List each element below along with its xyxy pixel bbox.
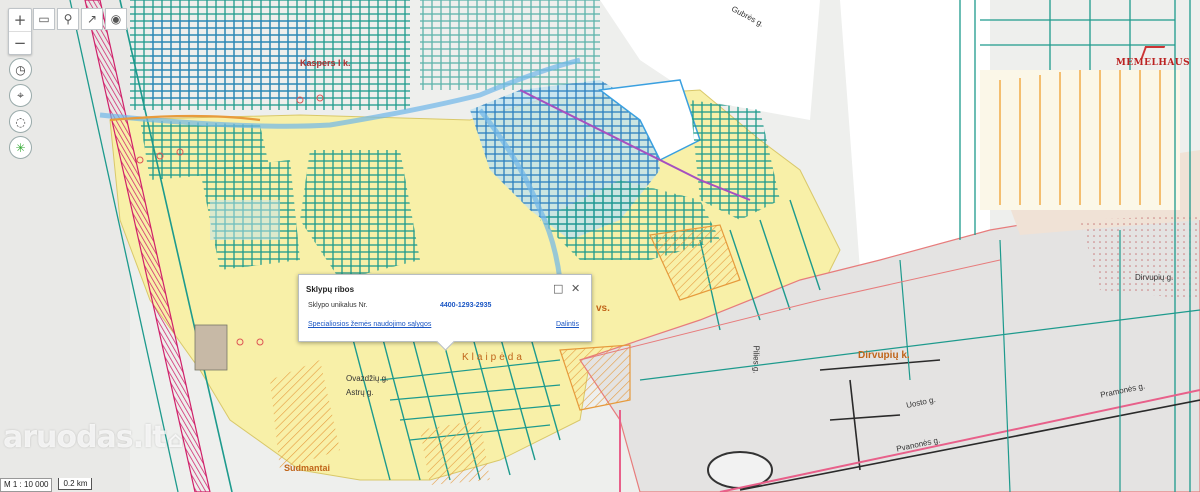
popup-title: Sklypų ribos: [306, 285, 355, 294]
street-label-dirvupiu: Dirvupių g.: [1135, 273, 1174, 282]
parcel-number-label: Sklypo unikalus Nr.: [308, 302, 368, 309]
place-dirvupiu: Dirvupių k.: [858, 350, 910, 361]
aruodas-watermark: aruodas.lt⌂: [3, 420, 183, 455]
locate-icon[interactable]: ⌖: [9, 84, 32, 107]
share-icon[interactable]: ↗: [81, 8, 103, 30]
maximize-icon[interactable]: □: [553, 282, 563, 295]
pin-icon[interactable]: ⚲: [57, 8, 79, 30]
zoom-in-button[interactable]: +: [9, 9, 31, 31]
scale-ratio: M 1 : 10 000: [0, 478, 53, 492]
ruler-icon[interactable]: ▭: [33, 8, 55, 30]
memelhaus-logo: MEMELHAUS: [1112, 46, 1194, 68]
place-sudmantai: Sudmantai: [284, 463, 331, 473]
special-conditions-link[interactable]: Specialiosios žemės naudojimo sąlygos: [308, 321, 431, 328]
close-icon[interactable]: ✕: [571, 282, 580, 295]
map-tools-bar: ▭ ⚲ ↗ ◉: [33, 8, 127, 30]
village-label-kaspers: Kaspers I k.: [300, 58, 351, 68]
street-label-ovazdziu: Ovazdžių g.: [346, 374, 389, 383]
place-klaipeda: Klaipėda: [462, 352, 525, 363]
loading-icon[interactable]: ✳: [9, 136, 32, 159]
target-icon[interactable]: ◉: [105, 8, 127, 30]
street-label-astru: Astrų g.: [346, 388, 374, 397]
map-scale: M 1 : 10 000 0.2 km: [0, 478, 93, 492]
parcel-info-popup: Sklypų ribos □ ✕ Sklypo unikalus Nr. 440…: [298, 274, 592, 351]
scale-bar: 0.2 km: [58, 478, 93, 490]
lasso-icon[interactable]: ◌: [9, 110, 32, 133]
parcel-number-value[interactable]: 4400-1293-2935: [440, 302, 491, 309]
street-label-pilies: Pilies g.: [751, 345, 761, 374]
zoom-toolbar: + −: [8, 8, 32, 55]
share-link[interactable]: Dalintis: [556, 321, 579, 328]
zoom-out-button[interactable]: −: [9, 31, 31, 54]
place-vs: vs.: [596, 303, 610, 314]
history-icon[interactable]: ◷: [9, 58, 32, 81]
cadastral-map[interactable]: [0, 0, 1200, 492]
